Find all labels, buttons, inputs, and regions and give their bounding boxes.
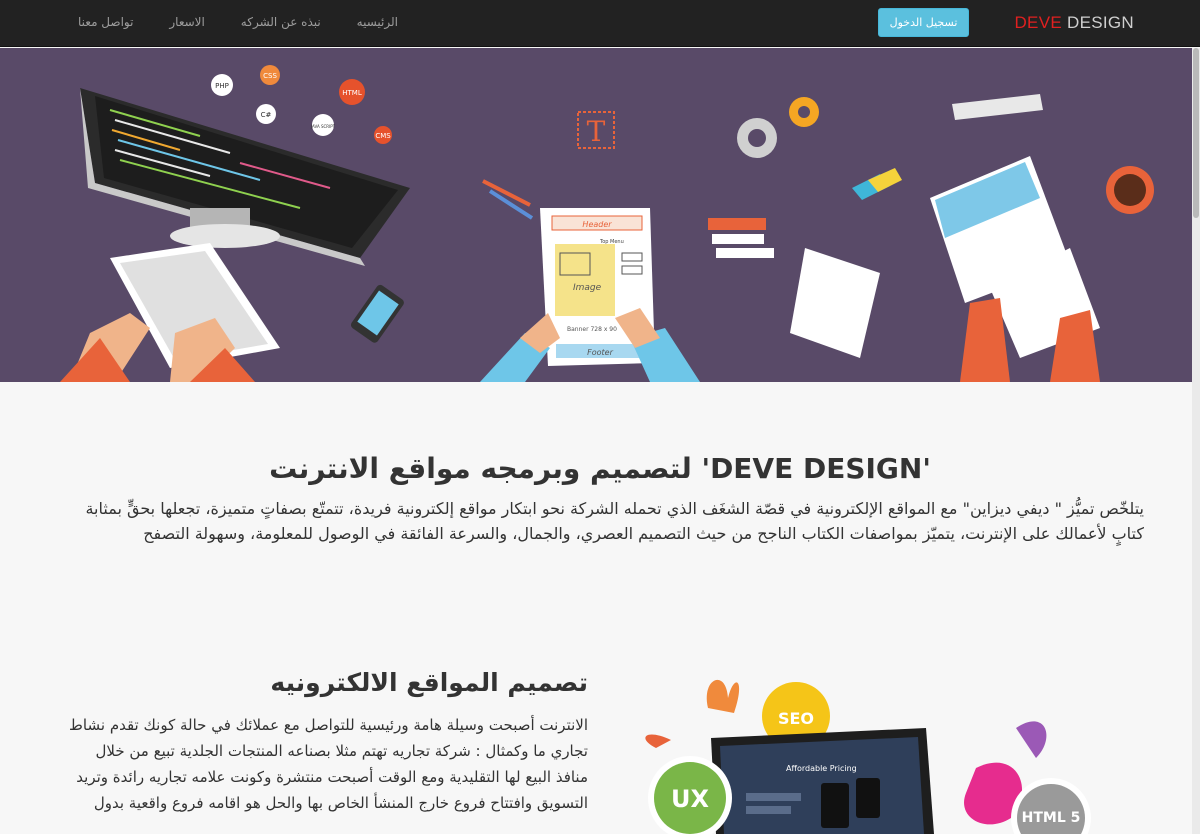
- badge-javascript: JAVA SCRIPT: [310, 124, 336, 129]
- coffee-cup-illustration: [1106, 166, 1154, 214]
- laptop-illustration: Affordable Pricing: [711, 728, 934, 834]
- login-button[interactable]: تسجيل الدخول: [878, 8, 969, 37]
- svg-text:UX: UX: [671, 785, 709, 813]
- nav-item-pricing[interactable]: الاسعار: [169, 15, 204, 29]
- svg-text:Header: Header: [582, 220, 612, 229]
- svg-text:Image: Image: [573, 283, 602, 293]
- section-title-main: 'DEVE DESIGN' لتصميم وبرمجه مواقع الانتر…: [269, 452, 931, 485]
- hero-banner: PHP CSS HTML C# JAVA SCRIPT CMS T Header…: [0, 48, 1200, 382]
- html5-badge: HTML 5: [1011, 778, 1091, 834]
- section-web-design-paragraph: الانترنت أصبحت وسيلة هامة ورئيسية للتواص…: [69, 716, 588, 812]
- svg-text:Affordable Pricing: Affordable Pricing: [786, 764, 857, 773]
- brand-logo[interactable]: DEVE DESIGN: [1014, 13, 1134, 33]
- svg-text:SEO: SEO: [778, 709, 814, 728]
- badge-html: HTML: [342, 89, 362, 97]
- svg-text:Banner 728 x 90: Banner 728 x 90: [567, 326, 617, 333]
- scrollbar-thumb[interactable]: [1193, 48, 1199, 218]
- page-scrollbar[interactable]: [1192, 48, 1200, 834]
- nav-menu: الرئيسيه نبذه عن الشركه الاسعار تواصل مع…: [78, 15, 398, 29]
- brand-name-part2: DESIGN: [1067, 13, 1134, 32]
- gear-icon-small: [789, 97, 819, 127]
- svg-text:HTML 5: HTML 5: [1022, 810, 1081, 826]
- hero-illustration: PHP CSS HTML C# JAVA SCRIPT CMS T Header…: [0, 48, 1200, 382]
- section-intro-paragraph: يتلخّص تميُّز " ديفي ديزاين" مع المواقع …: [85, 499, 1144, 543]
- nav-item-about[interactable]: نبذه عن الشركه: [241, 15, 321, 29]
- svg-text:Footer: Footer: [587, 348, 613, 357]
- brand-name-part1: DEVE: [1014, 13, 1062, 32]
- badge-csharp: C#: [261, 111, 272, 119]
- badge-cms: CMS: [375, 132, 391, 140]
- top-navbar: DEVE DESIGN تسجيل الدخول الرئيسيه نبذه ع…: [0, 0, 1200, 47]
- web-design-illustration: SEO Affordable Pricing UX HTML 5: [616, 668, 1116, 834]
- nav-item-contact[interactable]: تواصل معنا: [78, 15, 133, 29]
- gear-icon-large: [737, 118, 777, 158]
- nav-item-home[interactable]: الرئيسيه: [357, 15, 398, 29]
- section-title-web-design: تصميم المواقع الالكترونيه: [270, 668, 588, 697]
- svg-text:T: T: [587, 115, 606, 148]
- badge-css: CSS: [263, 72, 277, 80]
- badge-php: PHP: [215, 82, 229, 90]
